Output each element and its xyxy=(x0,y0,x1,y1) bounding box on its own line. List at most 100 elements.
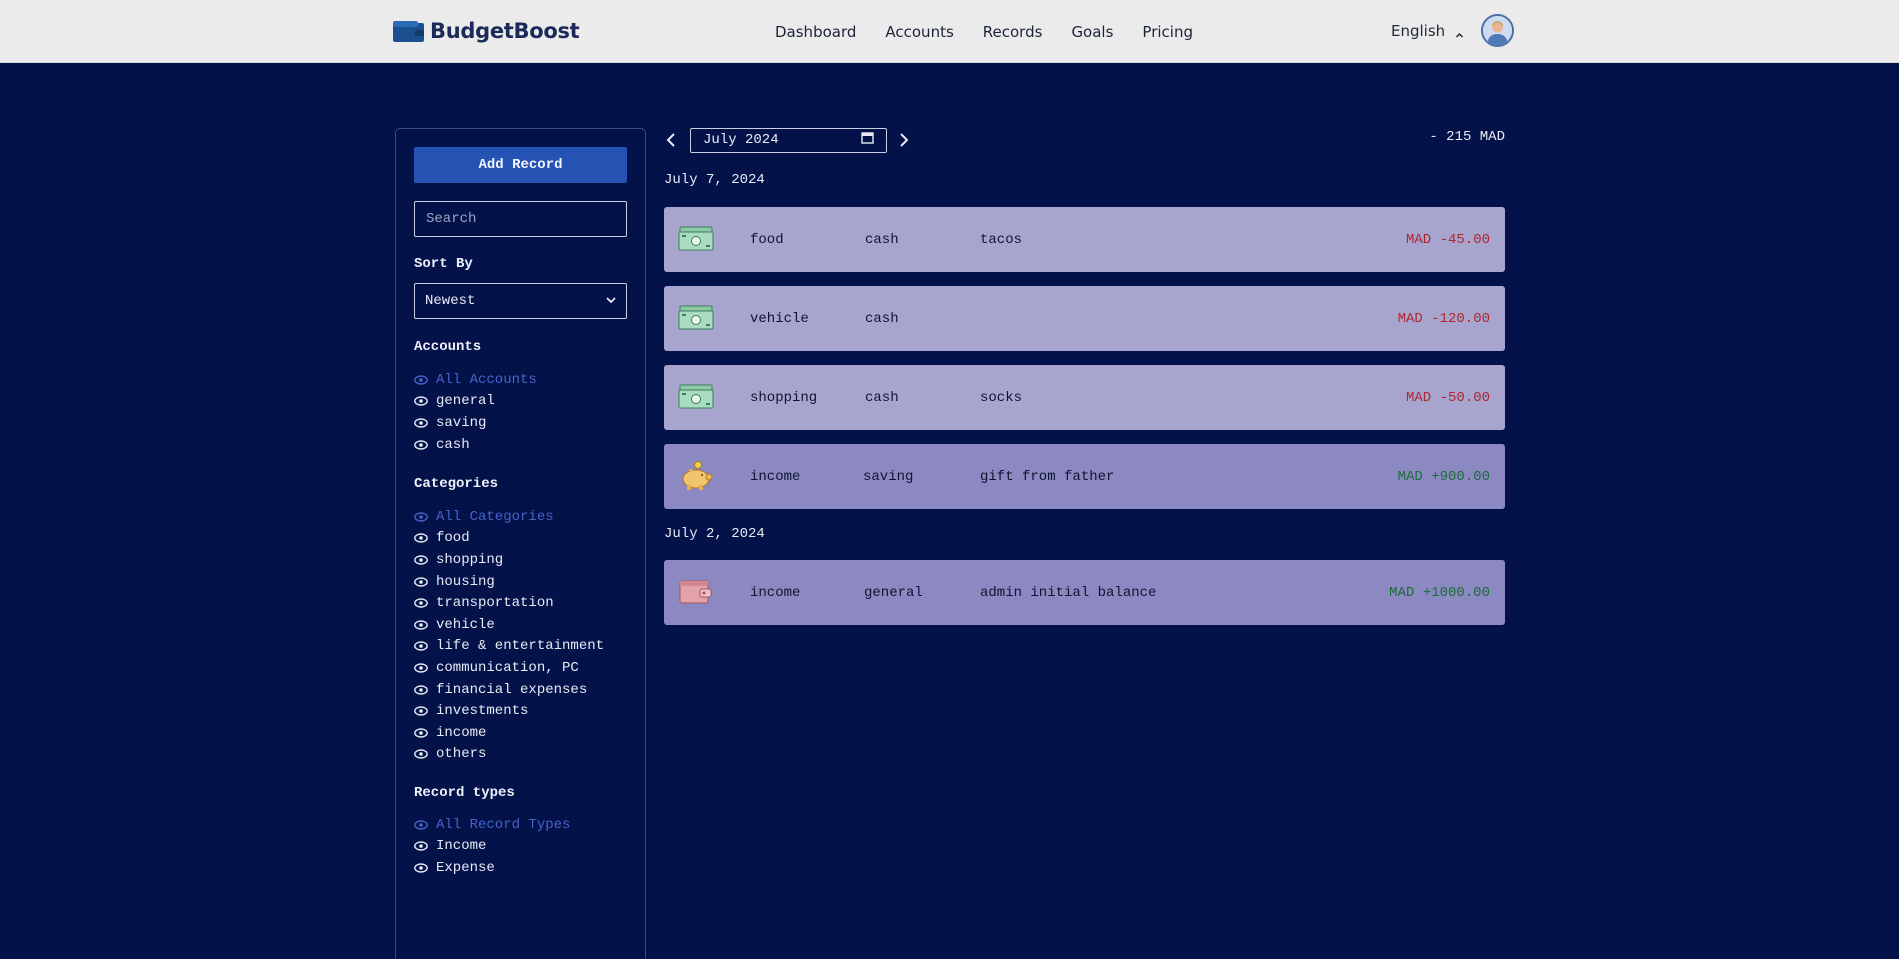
language-selector[interactable]: English xyxy=(1381,14,1474,47)
record-amount: MAD -120.00 xyxy=(1397,310,1490,327)
record-category: shopping xyxy=(750,389,818,406)
eye-icon xyxy=(414,555,428,565)
brand[interactable]: BudgetBoost xyxy=(393,15,580,47)
record-category: income xyxy=(750,468,801,485)
filter-category-income[interactable]: income xyxy=(414,722,604,744)
filter-category-food[interactable]: food xyxy=(414,528,604,550)
filter-label: life & entertainment xyxy=(436,638,605,655)
record-row[interactable]: vehicle cash MAD -120.00 xyxy=(664,286,1505,351)
nav-accounts[interactable]: Accounts xyxy=(885,23,953,41)
eye-icon xyxy=(414,598,428,608)
accounts-filter-list: All Accounts general saving cash xyxy=(414,369,537,455)
record-note: gift from father xyxy=(980,468,1115,485)
record-note: socks xyxy=(980,389,1023,406)
filter-type-expense[interactable]: Expense xyxy=(414,857,570,879)
record-category: food xyxy=(750,231,784,248)
filter-account-cash[interactable]: cash xyxy=(414,434,537,456)
record-row[interactable]: income saving gift from father MAD +900.… xyxy=(664,444,1505,509)
categories-filter-list: All Categories food shopping housing tra… xyxy=(414,506,604,765)
filter-category-communication[interactable]: communication, PC xyxy=(414,657,604,679)
filter-category-housing[interactable]: housing xyxy=(414,571,604,593)
eye-icon xyxy=(414,641,428,652)
filter-label: Expense xyxy=(436,859,495,876)
filter-account-general[interactable]: general xyxy=(414,391,537,413)
wallet-logo-icon xyxy=(393,20,424,42)
record-account: general xyxy=(864,584,923,601)
record-account: cash xyxy=(865,310,899,327)
cash-icon xyxy=(678,303,714,333)
user-avatar[interactable] xyxy=(1481,14,1514,47)
nav-dashboard[interactable]: Dashboard xyxy=(775,23,856,41)
sort-select[interactable]: Newest xyxy=(414,283,627,319)
eye-icon xyxy=(414,863,428,873)
month-navigator: July 2024 xyxy=(664,127,911,153)
sort-value: Newest xyxy=(425,293,476,309)
eye-icon xyxy=(414,375,428,385)
filter-category-life-entertainment[interactable]: life & entertainment xyxy=(414,636,604,658)
cash-icon xyxy=(678,224,714,254)
record-amount: MAD -45.00 xyxy=(1405,231,1490,248)
record-amount: MAD +1000.00 xyxy=(1389,584,1490,601)
cash-icon xyxy=(678,382,714,412)
language-label: English xyxy=(1391,21,1446,40)
filter-all-categories[interactable]: All Categories xyxy=(414,506,604,528)
filter-category-investments[interactable]: investments xyxy=(414,700,604,722)
record-category: vehicle xyxy=(750,310,809,327)
record-account: cash xyxy=(865,231,899,248)
filter-label: others xyxy=(436,746,487,763)
chevron-right-icon[interactable] xyxy=(897,132,911,148)
filter-label: income xyxy=(436,724,487,741)
filter-all-record-types[interactable]: All Record Types xyxy=(414,814,570,836)
filter-category-financial-expenses[interactable]: financial expenses xyxy=(414,679,604,701)
filter-label: communication, PC xyxy=(436,659,579,676)
add-record-button[interactable]: Add Record xyxy=(414,147,627,183)
calendar-icon[interactable] xyxy=(861,131,874,149)
record-account: cash xyxy=(865,389,899,406)
eye-icon xyxy=(414,663,428,673)
accounts-title: Accounts xyxy=(414,339,482,355)
filter-category-vehicle[interactable]: vehicle xyxy=(414,614,604,636)
eye-icon xyxy=(414,706,428,716)
month-picker[interactable]: July 2024 xyxy=(690,127,887,153)
filter-account-saving[interactable]: saving xyxy=(414,412,537,434)
record-account: saving xyxy=(863,468,914,485)
nav-pricing[interactable]: Pricing xyxy=(1142,23,1193,41)
filter-label: financial expenses xyxy=(436,681,588,698)
filter-label: Income xyxy=(436,838,487,855)
month-total: - 215 MAD xyxy=(1429,129,1505,145)
filter-label: saving xyxy=(436,414,487,431)
filter-label: All Record Types xyxy=(436,816,571,833)
date-header: July 2, 2024 xyxy=(664,526,765,542)
nav-goals[interactable]: Goals xyxy=(1071,23,1113,41)
filter-all-accounts[interactable]: All Accounts xyxy=(414,369,537,391)
eye-icon xyxy=(414,820,428,830)
chevron-up-icon xyxy=(1455,26,1464,38)
sort-by-title: Sort By xyxy=(414,256,473,272)
piggy-bank-icon xyxy=(678,461,714,491)
month-value: July 2024 xyxy=(703,132,779,148)
record-category: income xyxy=(750,584,801,601)
record-note: tacos xyxy=(980,231,1023,248)
filter-label: All Categories xyxy=(436,508,554,525)
filter-label: general xyxy=(436,393,495,410)
filter-label: housing xyxy=(436,573,495,590)
filter-category-shopping[interactable]: shopping xyxy=(414,549,604,571)
record-amount: MAD +900.00 xyxy=(1397,468,1490,485)
record-row[interactable]: shopping cash socks MAD -50.00 xyxy=(664,365,1505,430)
filter-category-others[interactable]: others xyxy=(414,744,604,766)
record-row[interactable]: food cash tacos MAD -45.00 xyxy=(664,207,1505,272)
chevron-left-icon[interactable] xyxy=(664,132,678,148)
filter-category-transportation[interactable]: transportation xyxy=(414,592,604,614)
main-nav: Dashboard Accounts Records Goals Pricing xyxy=(775,0,1193,63)
search-input[interactable] xyxy=(414,201,627,237)
chevron-down-icon xyxy=(606,293,616,309)
nav-records[interactable]: Records xyxy=(983,23,1043,41)
top-navbar: BudgetBoost Dashboard Accounts Records G… xyxy=(0,0,1899,63)
categories-title: Categories xyxy=(414,476,499,492)
eye-icon xyxy=(414,728,428,738)
filter-label: food xyxy=(436,530,470,547)
filter-type-income[interactable]: Income xyxy=(414,836,570,858)
brand-name: BudgetBoost xyxy=(430,19,580,43)
record-row[interactable]: income general admin initial balance MAD… xyxy=(664,560,1505,625)
record-types-title: Record types xyxy=(414,785,515,801)
